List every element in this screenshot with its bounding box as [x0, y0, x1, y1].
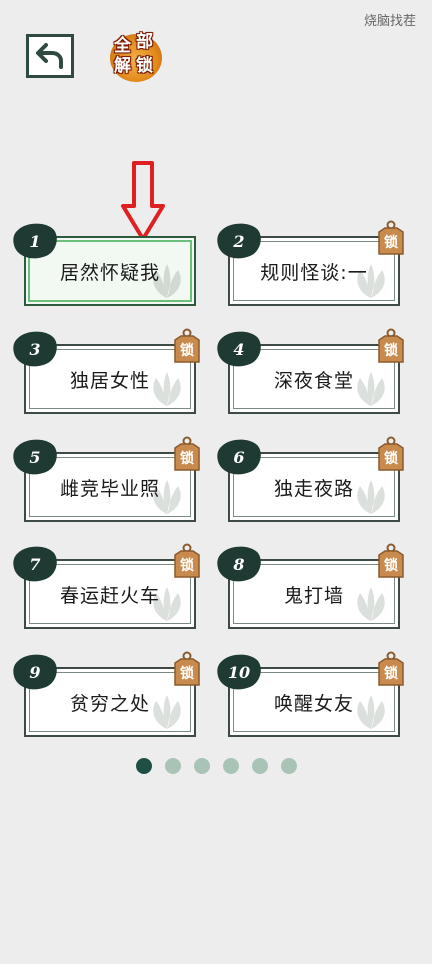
lock-icon: 锁 — [376, 543, 406, 579]
unlock-char-2: 部 — [136, 32, 153, 52]
level-number-badge: 1 — [12, 222, 58, 260]
unlock-char-4: 锁 — [136, 56, 153, 76]
lock-label: 锁 — [384, 343, 398, 359]
lock-label: 锁 — [180, 558, 194, 574]
unlock-all-button[interactable]: 全 部 解 锁 — [108, 32, 166, 84]
page-dot[interactable] — [281, 758, 297, 774]
level-number: 1 — [29, 231, 41, 251]
level-card[interactable]: 唤醒女友 10 锁 — [217, 651, 404, 737]
lock-label: 锁 — [384, 235, 398, 251]
page-dot[interactable] — [252, 758, 268, 774]
lock-icon: 锁 — [172, 436, 202, 472]
level-number-badge: 8 — [216, 545, 262, 583]
lock-label: 锁 — [180, 451, 194, 467]
level-number-badge: 9 — [12, 653, 58, 691]
pointer-arrow-icon — [121, 161, 165, 241]
level-number-badge: 5 — [12, 438, 58, 476]
level-number: 6 — [233, 447, 245, 467]
level-number-badge: 3 — [12, 330, 58, 368]
lock-icon: 锁 — [376, 436, 406, 472]
level-number: 2 — [233, 231, 245, 251]
level-number-badge: 7 — [12, 545, 58, 583]
level-card[interactable]: 贫穷之处 9 锁 — [13, 651, 200, 737]
lock-label: 锁 — [384, 451, 398, 467]
level-card[interactable]: 独走夜路 6 锁 — [217, 436, 404, 522]
page-dot[interactable] — [165, 758, 181, 774]
back-button[interactable] — [26, 34, 74, 78]
level-card[interactable]: 独居女性 3 锁 — [13, 328, 200, 414]
lock-label: 锁 — [384, 558, 398, 574]
level-number: 7 — [29, 554, 41, 574]
level-number-badge: 10 — [216, 653, 262, 691]
lock-label: 锁 — [180, 343, 194, 359]
lock-icon: 锁 — [172, 328, 202, 364]
back-arrow-icon — [36, 43, 63, 69]
page-dot[interactable] — [194, 758, 210, 774]
level-card[interactable]: 雌竞毕业照 5 锁 — [13, 436, 200, 522]
level-card[interactable]: 春运赶火车 7 锁 — [13, 543, 200, 629]
lock-icon: 锁 — [172, 543, 202, 579]
level-number: 4 — [233, 339, 245, 359]
level-card[interactable]: 深夜食堂 4 锁 — [217, 328, 404, 414]
unlock-char-3: 解 — [114, 56, 131, 76]
level-number: 5 — [29, 447, 41, 467]
level-card[interactable]: 居然怀疑我 1 — [13, 223, 196, 306]
level-number-badge: 2 — [216, 222, 262, 260]
level-card[interactable]: 鬼打墙 8 锁 — [217, 543, 404, 629]
level-number-badge: 6 — [216, 438, 262, 476]
level-number: 8 — [233, 554, 245, 574]
page-dot[interactable] — [223, 758, 239, 774]
level-number: 9 — [29, 662, 41, 682]
page-dot[interactable] — [136, 758, 152, 774]
page-indicator — [136, 758, 297, 774]
level-card[interactable]: 规则怪谈:一 2 锁 — [217, 220, 404, 306]
lock-icon: 锁 — [172, 651, 202, 687]
level-number-badge: 4 — [216, 330, 262, 368]
lock-icon: 锁 — [376, 220, 406, 256]
app-title: 烧脑找茬 — [363, 14, 416, 29]
level-number: 10 — [227, 662, 251, 682]
unlock-char-1: 全 — [114, 36, 131, 56]
level-number: 3 — [29, 339, 41, 359]
lock-label: 锁 — [384, 666, 398, 682]
lock-icon: 锁 — [376, 328, 406, 364]
lock-icon: 锁 — [376, 651, 406, 687]
lock-label: 锁 — [180, 666, 194, 682]
